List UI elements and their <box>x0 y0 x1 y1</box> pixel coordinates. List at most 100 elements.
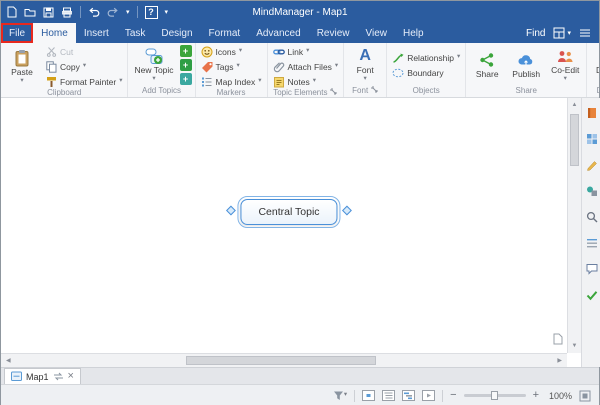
zoom-out-button[interactable]: − <box>450 390 456 401</box>
publish-label: Publish <box>512 70 540 80</box>
ribbon-group-add-topics: New Topic ▾ + + + Add Topics <box>128 43 195 97</box>
zoom-in-button[interactable]: + <box>533 390 539 401</box>
scroll-down-icon[interactable]: ▼ <box>568 339 581 353</box>
topic-handle-left[interactable] <box>226 206 236 216</box>
tab-review[interactable]: Review <box>309 23 358 43</box>
icons-button[interactable]: Icons ▾ <box>199 45 264 58</box>
tab-help[interactable]: Help <box>395 23 432 43</box>
vertical-scrollbar[interactable]: ▲ ▼ <box>567 98 581 353</box>
zoom-level: 100% <box>546 391 572 401</box>
zoom-slider-thumb[interactable] <box>491 391 498 400</box>
font-group-label: Font <box>352 86 368 95</box>
tab-home[interactable]: Home <box>33 23 76 43</box>
format-painter-label: Format Painter <box>60 77 116 87</box>
delete-button[interactable]: × Delete ▾ <box>590 46 599 83</box>
outline-view-button[interactable] <box>382 390 395 401</box>
attach-files-button[interactable]: Attach Files ▾ <box>271 60 341 73</box>
redo-icon[interactable] <box>107 7 119 17</box>
dialog-launcher-icon[interactable] <box>330 88 337 97</box>
scroll-up-icon[interactable]: ▲ <box>568 98 581 112</box>
co-edit-button[interactable]: Co-Edit ▾ <box>547 46 583 83</box>
add-subtopic-button[interactable]: + <box>180 45 192 57</box>
map-index-button[interactable]: Map Index ▾ <box>199 75 264 88</box>
dialog-launcher-icon[interactable] <box>371 86 378 95</box>
tab-format[interactable]: Format <box>201 23 249 43</box>
boundary-icon <box>392 67 404 79</box>
map-canvas[interactable]: Central Topic <box>1 98 567 353</box>
page-setup-icon[interactable] <box>553 332 563 350</box>
gantt-view-button[interactable] <box>402 390 415 401</box>
copy-button[interactable]: Copy ▾ <box>43 60 124 73</box>
tab-view[interactable]: View <box>357 23 395 43</box>
publish-button[interactable]: Publish <box>508 50 544 81</box>
scroll-right-icon[interactable]: ▶ <box>552 358 567 364</box>
panel-list-icon[interactable] <box>579 28 591 38</box>
print-icon[interactable] <box>61 7 73 18</box>
titlebar: ▾ ? ▾ MindManager - Map1 <box>1 1 599 23</box>
comments-panel-icon[interactable] <box>585 262 599 276</box>
new-topic-button[interactable]: New Topic ▾ <box>131 46 176 83</box>
search-panel-icon[interactable] <box>585 210 599 224</box>
tab-task[interactable]: Task <box>117 23 154 43</box>
find-button[interactable]: Find <box>526 28 545 39</box>
open-file-icon[interactable] <box>24 7 36 17</box>
fit-map-button[interactable] <box>579 390 591 402</box>
slides-view-button[interactable] <box>422 390 435 401</box>
caret-down-icon[interactable]: ▾ <box>165 9 169 16</box>
index-list-icon <box>201 76 213 87</box>
scroll-left-icon[interactable]: ◀ <box>1 358 16 364</box>
font-button[interactable]: A Font ▾ <box>347 46 383 83</box>
central-topic-label: Central Topic <box>258 206 319 218</box>
tags-button[interactable]: Tags ▾ <box>199 60 264 73</box>
index-panel-icon[interactable] <box>585 236 599 250</box>
map-tab[interactable]: Map1 × <box>4 368 81 384</box>
task-info-panel-icon[interactable] <box>585 288 599 302</box>
tab-insert[interactable]: Insert <box>76 23 117 43</box>
tab-advanced[interactable]: Advanced <box>248 23 308 43</box>
caret-down-icon: ▾ <box>119 78 122 85</box>
shapes-panel-icon[interactable] <box>585 184 599 198</box>
caret-down-icon: ▾ <box>364 76 367 83</box>
topic-handle-right[interactable] <box>342 206 352 216</box>
horizontal-scrollbar[interactable]: ◀ ▶ <box>1 353 567 367</box>
horizontal-scroll-thumb[interactable] <box>186 356 376 365</box>
share-button[interactable]: Share <box>469 50 505 81</box>
sync-icon[interactable] <box>53 372 64 381</box>
cut-button[interactable]: Cut <box>43 45 124 58</box>
link-button[interactable]: Link ▾ <box>271 45 341 58</box>
format-painter-button[interactable]: Format Painter ▾ <box>43 75 124 88</box>
clipboard-group-label: Clipboard <box>47 88 81 97</box>
zoom-slider[interactable] <box>464 394 526 397</box>
paste-button[interactable]: Paste ▾ <box>4 48 40 85</box>
cloud-publish-icon <box>517 51 535 69</box>
library-panel-icon[interactable] <box>585 106 599 120</box>
vertical-scroll-thumb[interactable] <box>570 114 579 166</box>
notes-button[interactable]: Notes ▾ <box>271 75 341 88</box>
save-icon[interactable] <box>43 7 54 18</box>
help-icon[interactable]: ? <box>145 6 158 19</box>
smiley-icon <box>201 46 213 58</box>
relationship-button[interactable]: Relationship ▾ <box>390 51 462 64</box>
new-document-icon[interactable] <box>7 6 17 18</box>
caret-down-icon: ▾ <box>152 76 155 83</box>
mindmanager-window: ▾ ? ▾ MindManager - Map1 File Home Inser… <box>0 0 600 405</box>
share-label: Share <box>476 70 499 80</box>
caret-down-icon[interactable]: ▾ <box>126 9 130 16</box>
close-tab-icon[interactable]: × <box>68 371 74 382</box>
tab-design[interactable]: Design <box>153 23 200 43</box>
icons-label: Icons <box>216 47 236 57</box>
map-view-button[interactable] <box>362 390 375 401</box>
format-painter-icon <box>45 76 57 88</box>
window-layout-button[interactable]: ▾ <box>553 27 571 39</box>
add-floating-topic-button[interactable]: + <box>180 73 192 85</box>
add-topic-after-button[interactable]: + <box>180 59 192 71</box>
quick-access-toolbar: ▾ ? ▾ <box>7 6 168 19</box>
styles-panel-icon[interactable] <box>585 158 599 172</box>
map-parts-panel-icon[interactable] <box>585 132 599 146</box>
caret-down-icon: ▾ <box>313 78 316 85</box>
undo-icon[interactable] <box>88 7 100 17</box>
central-topic[interactable]: Central Topic <box>240 199 337 225</box>
filter-button[interactable]: ▾ <box>333 390 347 401</box>
boundary-button[interactable]: Boundary <box>390 66 462 79</box>
tab-file[interactable]: File <box>1 23 33 43</box>
